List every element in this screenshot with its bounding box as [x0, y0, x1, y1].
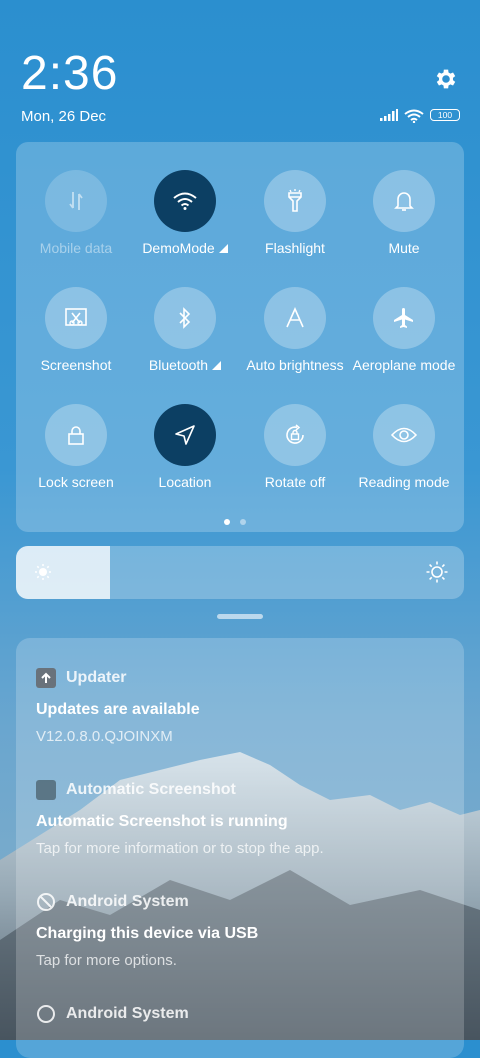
tile-label: Auto brightness: [246, 357, 344, 373]
tile-label: Aeroplane mode: [352, 357, 456, 373]
notification-panel: Updater Updates are available V12.0.8.0.…: [16, 638, 464, 1058]
tile-label: Location: [158, 474, 212, 490]
tile-mobile-data[interactable]: Mobile data: [21, 170, 131, 280]
tile-flashlight[interactable]: Flashlight: [240, 170, 350, 280]
notification-automatic-screenshot[interactable]: Automatic Screenshot Automatic Screensho…: [36, 780, 456, 857]
date[interactable]: Mon, 26 Dec: [21, 108, 106, 125]
bluetooth-icon: [154, 287, 216, 349]
notification-app-name: Android System: [66, 893, 189, 910]
gear-icon[interactable]: [433, 66, 459, 92]
screenshot-icon: [45, 287, 107, 349]
notification-app: Automatic Screenshot: [36, 780, 456, 800]
notification-android-system[interactable]: Android System Charging this device via …: [36, 892, 456, 969]
brightness-high-icon: [426, 561, 448, 583]
page-dot[interactable]: [224, 519, 230, 525]
tile-label: Bluetooth: [124, 357, 246, 373]
page-dot[interactable]: [240, 519, 246, 525]
app-square-icon: [36, 780, 56, 800]
notification-app: Android System: [36, 892, 456, 912]
bell-icon: [373, 170, 435, 232]
tile-bluetooth[interactable]: Bluetooth: [130, 287, 240, 397]
eye-icon: [373, 404, 435, 466]
tile-label: Rotate off: [264, 474, 326, 490]
notification-body: Tap for more options.: [36, 952, 177, 969]
notification-app-name: Automatic Screenshot: [66, 781, 236, 798]
tile-mute[interactable]: Mute: [349, 170, 459, 280]
notification-android-system[interactable]: Android System: [36, 1004, 456, 1024]
brightness-fill: [16, 546, 111, 599]
brightness-slider[interactable]: [16, 546, 464, 599]
battery-icon: 100: [430, 109, 460, 121]
mobile-data-icon: [45, 170, 107, 232]
tile-location[interactable]: Location: [130, 404, 240, 514]
tile-rotate-off[interactable]: Rotate off: [240, 404, 350, 514]
notification-app-name: Android System: [66, 1005, 189, 1022]
updater-icon: [36, 668, 56, 688]
tile-label: Reading mode: [358, 474, 450, 490]
notification-title: Updates are available: [36, 701, 200, 718]
tile-label: Mute: [388, 240, 420, 256]
tile-demomode[interactable]: DemoMode: [130, 170, 240, 280]
lock-icon: [45, 404, 107, 466]
android-system-icon: [36, 1004, 56, 1024]
signal-icon: [380, 109, 398, 121]
tile-label: DemoMode: [124, 240, 246, 256]
tile-screenshot[interactable]: Screenshot: [21, 287, 131, 397]
rotate-lock-icon: [264, 404, 326, 466]
location-arrow-icon: [154, 404, 216, 466]
notification-body: Tap for more information or to stop the …: [36, 840, 324, 857]
notification-body: V12.0.8.0.QJOINXM: [36, 728, 173, 745]
clock[interactable]: 2:36: [21, 48, 118, 100]
tile-label: Flashlight: [265, 240, 325, 256]
airplane-icon: [373, 287, 435, 349]
notification-app: Updater: [36, 668, 456, 688]
flashlight-icon: [264, 170, 326, 232]
notification-app: Android System: [36, 1004, 456, 1024]
notification-title: Charging this device via USB: [36, 925, 259, 942]
expand-triangle-icon: [212, 361, 222, 370]
tile-auto-brightness[interactable]: Auto brightness: [240, 287, 350, 397]
expand-triangle-icon: [218, 244, 228, 253]
quick-settings-panel: Mobile data DemoMode Flashlight Mute Scr…: [16, 142, 464, 532]
wifi-status-icon: [404, 109, 424, 123]
drag-handle[interactable]: [217, 614, 263, 619]
auto-brightness-icon: [264, 287, 326, 349]
tile-label: Mobile data: [39, 240, 113, 256]
brightness-low-icon: [35, 564, 51, 580]
notification-title: Automatic Screenshot is running: [36, 813, 288, 830]
tile-reading-mode[interactable]: Reading mode: [349, 404, 459, 514]
tile-label: Lock screen: [38, 474, 114, 490]
tile-lock-screen[interactable]: Lock screen: [21, 404, 131, 514]
notification-app-name: Updater: [66, 669, 127, 686]
tile-label: Screenshot: [40, 357, 112, 373]
notification-updater[interactable]: Updater Updates are available V12.0.8.0.…: [36, 668, 456, 745]
tile-aeroplane-mode[interactable]: Aeroplane mode: [349, 287, 459, 397]
page-indicator: [224, 519, 246, 525]
android-system-icon: [36, 892, 56, 912]
wifi-icon: [154, 170, 216, 232]
